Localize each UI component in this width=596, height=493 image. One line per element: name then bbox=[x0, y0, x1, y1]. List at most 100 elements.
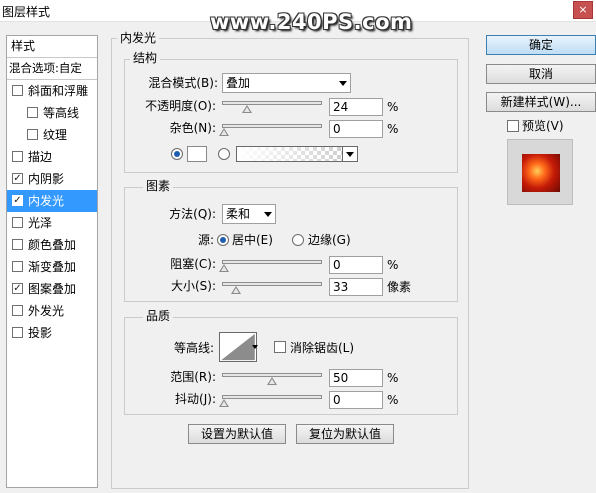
close-button[interactable]: × bbox=[573, 1, 593, 19]
opacity-slider[interactable] bbox=[222, 101, 322, 105]
noise-slider-thumb[interactable] bbox=[219, 128, 229, 136]
style-item-label: 颜色叠加 bbox=[28, 238, 77, 252]
jitter-slider[interactable] bbox=[222, 395, 322, 399]
style-item-checkbox[interactable] bbox=[27, 129, 38, 140]
source-label: 源: bbox=[197, 233, 214, 247]
quality-legend: 品质 bbox=[143, 309, 174, 323]
size-label: 大小(S): bbox=[170, 279, 216, 293]
contour-curve bbox=[221, 333, 255, 361]
style-preview bbox=[507, 139, 573, 205]
style-item-checkbox[interactable] bbox=[12, 327, 23, 338]
style-item-label: 渐变叠加 bbox=[28, 260, 77, 274]
style-item-label: 内发光 bbox=[28, 194, 65, 208]
source-center-label[interactable]: 居中(E) bbox=[232, 232, 273, 248]
jitter-slider-thumb[interactable] bbox=[219, 399, 229, 407]
antialias-label[interactable]: 消除锯齿(L) bbox=[290, 340, 354, 356]
style-item[interactable]: 外发光 bbox=[7, 300, 97, 322]
gradient-picker[interactable] bbox=[236, 146, 344, 162]
make-default-button[interactable]: 设置为默认值 bbox=[188, 424, 286, 444]
contour-dropdown[interactable] bbox=[252, 332, 260, 362]
range-label: 范围(R): bbox=[170, 370, 216, 384]
blend-options-item[interactable]: 混合选项:自定 bbox=[7, 58, 97, 80]
range-input[interactable]: 50 bbox=[329, 369, 383, 387]
source-edge-radio[interactable] bbox=[292, 234, 304, 246]
chevron-down-icon bbox=[339, 81, 347, 86]
method-value: 柔和 bbox=[226, 207, 251, 221]
opacity-input[interactable]: 24 bbox=[329, 98, 383, 116]
style-item-label: 内阴影 bbox=[28, 172, 65, 186]
opacity-unit: % bbox=[387, 100, 399, 114]
style-item[interactable]: ✓ 图案叠加 bbox=[7, 278, 97, 300]
choke-unit: % bbox=[387, 258, 399, 272]
preview-thumbnail bbox=[522, 154, 560, 192]
style-item-checkbox[interactable] bbox=[27, 107, 38, 118]
contour-label: 等高线: bbox=[173, 341, 214, 355]
size-input[interactable]: 33 bbox=[329, 278, 383, 296]
gradient-dropdown[interactable] bbox=[342, 146, 358, 162]
blend-mode-value: 叠加 bbox=[226, 76, 251, 90]
gradient-radio[interactable] bbox=[218, 148, 230, 160]
noise-input[interactable]: 0 bbox=[329, 120, 383, 138]
source-edge-label[interactable]: 边缘(G) bbox=[308, 232, 351, 248]
chevron-down-icon bbox=[264, 212, 272, 217]
source-center-radio[interactable] bbox=[217, 234, 229, 246]
jitter-unit: % bbox=[387, 393, 399, 407]
structure-legend: 结构 bbox=[130, 51, 161, 65]
elements-legend: 图素 bbox=[143, 179, 174, 193]
style-item-checkbox[interactable] bbox=[12, 217, 23, 228]
watermark-text: www.240PS.com bbox=[210, 10, 413, 34]
solid-color-radio[interactable] bbox=[171, 148, 183, 160]
choke-slider-thumb[interactable] bbox=[219, 264, 229, 272]
blend-mode-select[interactable]: 叠加 bbox=[222, 73, 351, 93]
jitter-input[interactable]: 0 bbox=[329, 391, 383, 409]
choke-slider[interactable] bbox=[222, 260, 322, 264]
style-item-label: 纹理 bbox=[43, 128, 68, 142]
style-item[interactable]: 投影 bbox=[7, 322, 97, 344]
noise-label: 杂色(N): bbox=[169, 121, 216, 135]
choke-input[interactable]: 0 bbox=[329, 256, 383, 274]
style-item[interactable]: 颜色叠加 bbox=[7, 234, 97, 256]
style-item[interactable]: 渐变叠加 bbox=[7, 256, 97, 278]
style-item-checkbox[interactable]: ✓ bbox=[12, 195, 23, 206]
style-item-checkbox[interactable] bbox=[12, 261, 23, 272]
new-style-button[interactable]: 新建样式(W)... bbox=[486, 92, 596, 112]
styles-list: 样式 混合选项:自定 斜面和浮雕等高线纹理描边 ✓ 内阴影 ✓ 内发光光泽颜色叠加渐变叠… bbox=[6, 35, 98, 488]
style-item-label: 外发光 bbox=[28, 304, 65, 318]
range-slider-thumb[interactable] bbox=[267, 377, 277, 385]
antialias-checkbox[interactable] bbox=[274, 341, 286, 353]
noise-slider[interactable] bbox=[222, 124, 322, 128]
panel-title: 内发光 bbox=[117, 31, 160, 45]
cancel-button[interactable]: 取消 bbox=[486, 64, 596, 84]
style-item-label: 投影 bbox=[28, 326, 53, 340]
style-item[interactable]: 光泽 bbox=[7, 212, 97, 234]
style-item[interactable]: 斜面和浮雕 bbox=[7, 80, 97, 102]
method-select[interactable]: 柔和 bbox=[222, 204, 276, 224]
style-item-label: 描边 bbox=[28, 150, 53, 164]
style-item[interactable]: 等高线 bbox=[7, 102, 97, 124]
style-item-checkbox[interactable] bbox=[12, 151, 23, 162]
method-label: 方法(Q): bbox=[169, 207, 216, 221]
style-item-checkbox[interactable] bbox=[12, 85, 23, 96]
style-item[interactable]: ✓ 内阴影 bbox=[7, 168, 97, 190]
style-item[interactable]: 纹理 bbox=[7, 124, 97, 146]
style-item-checkbox[interactable] bbox=[12, 305, 23, 316]
size-unit: 像素 bbox=[387, 280, 412, 294]
style-item-checkbox[interactable]: ✓ bbox=[12, 173, 23, 184]
style-item-label: 斜面和浮雕 bbox=[28, 84, 89, 98]
style-item[interactable]: ✓ 内发光 bbox=[7, 190, 97, 212]
size-slider-thumb[interactable] bbox=[231, 286, 242, 294]
style-item[interactable]: 描边 bbox=[7, 146, 97, 168]
glow-color-swatch[interactable] bbox=[187, 146, 207, 162]
preview-label[interactable]: 预览(V) bbox=[522, 118, 564, 134]
style-item-label: 图案叠加 bbox=[28, 282, 77, 296]
choke-label: 阻塞(C): bbox=[170, 257, 216, 271]
style-item-checkbox[interactable] bbox=[12, 239, 23, 250]
style-item-checkbox[interactable]: ✓ bbox=[12, 283, 23, 294]
preview-checkbox[interactable] bbox=[507, 120, 519, 132]
opacity-slider-thumb[interactable] bbox=[242, 105, 253, 113]
styles-header[interactable]: 样式 bbox=[7, 36, 97, 58]
close-icon: × bbox=[578, 3, 588, 16]
window-title: 图层样式 bbox=[2, 5, 51, 19]
reset-default-button[interactable]: 复位为默认值 bbox=[296, 424, 394, 444]
ok-button[interactable]: 确定 bbox=[486, 35, 596, 55]
